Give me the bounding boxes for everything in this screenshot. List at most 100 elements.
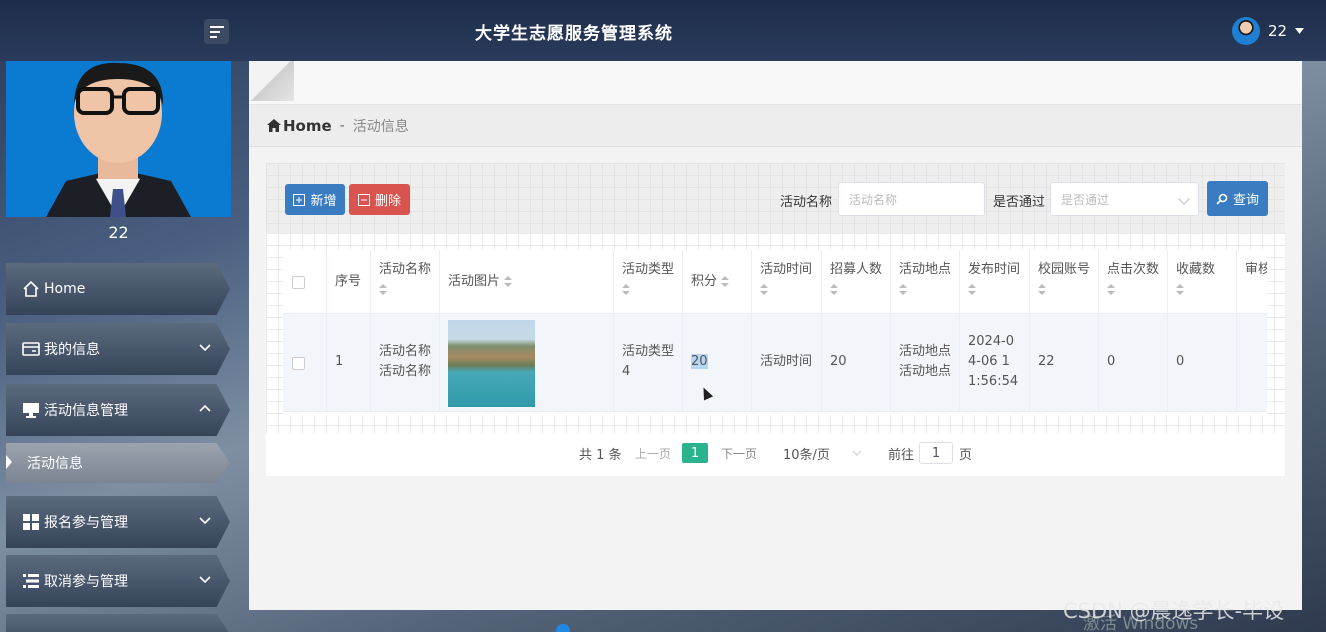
sidebar-item-label: 报名参与管理 bbox=[44, 515, 128, 531]
sidebar-subitem-activity-info[interactable]: 活动信息 bbox=[6, 443, 230, 483]
sidebar-item-label: 活动信息管理 bbox=[44, 403, 128, 419]
cell-index: 1 bbox=[327, 314, 371, 411]
profile-photo bbox=[6, 61, 231, 217]
approval-status-select[interactable]: 是否通过 bbox=[1050, 182, 1199, 216]
header-publish[interactable]: 发布时间 bbox=[960, 250, 1030, 313]
cell-publish: 2024-04-06 11:56:54 bbox=[960, 314, 1030, 411]
main-content: Home - 活动信息 新增 删除 活动名称 活动名称 是否通过 是否通过 查询 bbox=[249, 61, 1302, 610]
activity-name-label: 活动名称 bbox=[780, 195, 833, 210]
cell-time: 活动时间 bbox=[752, 314, 822, 411]
chevron-down-icon bbox=[199, 576, 211, 584]
cell-favorites: 0 bbox=[1168, 314, 1237, 411]
header-points[interactable]: 积分 bbox=[683, 250, 752, 313]
pagination: 共 1 条 上一页 1 下一页 10条/页 前往 1 页 bbox=[266, 442, 1285, 464]
page-1-button[interactable]: 1 bbox=[682, 443, 708, 463]
chevron-up-icon bbox=[199, 404, 211, 412]
table-header: 序号 活动名称 活动图片 活动类型 积分 活动时间 招募人数 活动地点 发布时间… bbox=[283, 250, 1267, 314]
header-name[interactable]: 活动名称 bbox=[371, 250, 440, 313]
breadcrumb-separator: - bbox=[339, 117, 345, 134]
sort-icon[interactable] bbox=[379, 284, 387, 296]
sidebar-item-activity-management[interactable]: 活动信息管理 bbox=[6, 384, 230, 436]
row-checkbox[interactable] bbox=[292, 357, 305, 370]
csdn-watermark: CSDN @晨逸学长-毕设 bbox=[1063, 599, 1285, 623]
header-recruit[interactable]: 招募人数 bbox=[822, 250, 891, 313]
list-icon bbox=[22, 572, 40, 590]
query-button[interactable]: 查询 bbox=[1207, 181, 1268, 216]
cell-account: 22 bbox=[1030, 314, 1099, 411]
pagination-total: 共 1 条 bbox=[579, 447, 622, 463]
header-place[interactable]: 活动地点 bbox=[891, 250, 960, 313]
header-account[interactable]: 校园账号 bbox=[1030, 250, 1099, 313]
prev-page-button[interactable]: 上一页 bbox=[635, 443, 671, 463]
cell-recruit: 20 bbox=[822, 314, 891, 411]
sidebar-subitem-label: 活动信息 bbox=[27, 456, 83, 472]
sort-icon[interactable] bbox=[899, 284, 907, 296]
delete-button[interactable]: 删除 bbox=[349, 184, 410, 215]
id-card-icon bbox=[22, 340, 40, 358]
sidebar-item-cancel-management[interactable]: 取消参与管理 bbox=[6, 555, 230, 607]
select-all-checkbox[interactable] bbox=[292, 276, 305, 289]
menu-icon bbox=[209, 25, 224, 38]
table-row[interactable]: 1 活动名称活动名称 活动类型4 20 活动时间 20 活动地点活动地点 202… bbox=[283, 314, 1267, 412]
table-area: 序号 活动名称 活动图片 活动类型 积分 活动时间 招募人数 活动地点 发布时间… bbox=[266, 233, 1285, 433]
header-time[interactable]: 活动时间 bbox=[752, 250, 822, 313]
breadcrumb-home[interactable]: Home bbox=[267, 117, 332, 135]
sort-icon[interactable] bbox=[622, 284, 630, 296]
sidebar-item-signup-management[interactable]: 报名参与管理 bbox=[6, 496, 230, 548]
user-name: 22 bbox=[1268, 22, 1288, 40]
chevron-down-icon bbox=[1178, 193, 1190, 205]
goto-page-input[interactable]: 1 bbox=[919, 442, 953, 464]
sort-icon[interactable] bbox=[1107, 284, 1115, 296]
cell-clicks: 0 bbox=[1099, 314, 1168, 411]
breadcrumb: Home - 活动信息 bbox=[249, 105, 1302, 147]
header-clicks[interactable]: 点击次数 bbox=[1099, 250, 1168, 313]
header-review[interactable]: 审核 bbox=[1237, 250, 1267, 313]
menu-toggle-button[interactable] bbox=[204, 19, 229, 44]
breadcrumb-current: 活动信息 bbox=[352, 118, 409, 135]
grid-icon bbox=[22, 513, 40, 531]
search-icon bbox=[1216, 193, 1228, 205]
chevron-down-icon bbox=[852, 450, 862, 456]
sort-icon[interactable] bbox=[721, 275, 730, 288]
cell-type: 活动类型4 bbox=[614, 314, 683, 411]
tab-strip bbox=[249, 61, 1302, 105]
sort-icon[interactable] bbox=[760, 284, 768, 296]
page-unit-label: 页 bbox=[959, 447, 973, 463]
plus-square-icon bbox=[293, 193, 306, 206]
top-bar: 大学生志愿服务管理系统 22 bbox=[0, 0, 1326, 61]
taskbar-indicator bbox=[556, 624, 570, 632]
sort-icon[interactable] bbox=[1176, 284, 1184, 296]
sidebar-item-label: Home bbox=[44, 281, 86, 297]
add-button[interactable]: 新增 bbox=[285, 184, 345, 215]
sidebar-item-label: 我的信息 bbox=[44, 342, 100, 358]
user-menu[interactable]: 22 bbox=[1232, 17, 1305, 45]
caret-down-icon bbox=[1295, 28, 1305, 34]
sort-icon[interactable] bbox=[1038, 284, 1046, 296]
activity-name-input[interactable]: 活动名称 bbox=[838, 182, 985, 216]
cell-review bbox=[1237, 314, 1267, 411]
chevron-down-icon bbox=[199, 344, 211, 352]
sidebar-item-home[interactable]: Home bbox=[6, 263, 230, 315]
cell-points: 20 bbox=[683, 314, 752, 411]
sort-icon[interactable] bbox=[968, 284, 976, 296]
sidebar-username: 22 bbox=[108, 223, 129, 242]
row-select-cell bbox=[283, 314, 327, 411]
select-all-cell bbox=[283, 250, 327, 313]
page-size-select[interactable]: 10条/页 bbox=[783, 443, 862, 463]
avatar bbox=[1232, 17, 1260, 45]
system-title: 大学生志愿服务管理系统 bbox=[475, 24, 673, 44]
page-curl-decoration bbox=[249, 61, 294, 101]
header-favorites[interactable]: 收藏数 bbox=[1168, 250, 1237, 313]
sidebar-item-my-info[interactable]: 我的信息 bbox=[6, 323, 230, 375]
home-icon bbox=[22, 280, 40, 298]
sort-icon[interactable] bbox=[830, 284, 838, 296]
header-image[interactable]: 活动图片 bbox=[440, 250, 614, 313]
header-type[interactable]: 活动类型 bbox=[614, 250, 683, 313]
sort-icon[interactable] bbox=[504, 275, 513, 288]
cell-name: 活动名称活动名称 bbox=[371, 314, 440, 411]
activity-thumbnail[interactable] bbox=[448, 320, 535, 407]
next-page-button[interactable]: 下一页 bbox=[721, 443, 757, 463]
cell-place: 活动地点活动地点 bbox=[891, 314, 960, 411]
content-panel: 新增 删除 活动名称 活动名称 是否通过 是否通过 查询 序号 活动名称 活动图… bbox=[266, 163, 1285, 476]
sidebar-item-more[interactable] bbox=[6, 614, 230, 632]
